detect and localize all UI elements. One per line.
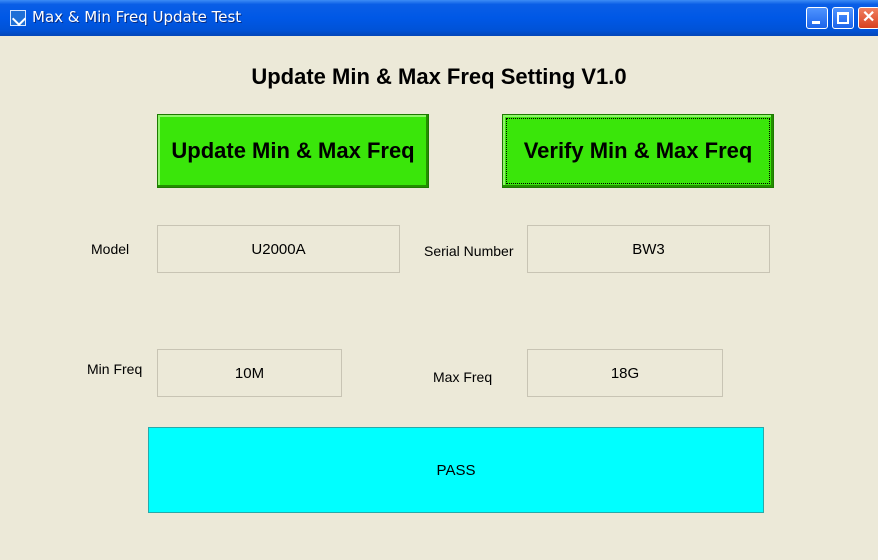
serial-number-field[interactable]: BW3 [527, 225, 770, 273]
min-freq-field[interactable]: 10M [157, 349, 342, 397]
update-freq-button[interactable]: Update Min & Max Freq [157, 114, 429, 188]
close-icon: ✕ [862, 9, 876, 26]
maximize-icon [837, 12, 849, 24]
page-title: Update Min & Max Freq Setting V1.0 [251, 64, 627, 89]
max-freq-label: Max Freq [433, 369, 493, 385]
model-label: Model [91, 241, 130, 257]
status-panel: PASS [148, 427, 764, 513]
min-freq-label: Min Freq [87, 361, 143, 377]
focus-rectangle [506, 118, 770, 184]
maximize-button[interactable] [832, 7, 854, 29]
verify-freq-button[interactable]: Verify Min & Max Freq [502, 114, 774, 188]
title-bar[interactable]: Max & Min Freq Update Test ✕ [0, 0, 878, 36]
max-freq-field[interactable]: 18G [527, 349, 723, 397]
minimize-icon [812, 21, 820, 24]
minimize-button[interactable] [806, 7, 828, 29]
serial-number-label: Serial Number [424, 243, 514, 259]
model-field[interactable]: U2000A [157, 225, 400, 273]
window-title: Max & Min Freq Update Test [32, 8, 242, 26]
app-icon[interactable] [10, 10, 26, 26]
close-button[interactable]: ✕ [858, 7, 878, 29]
